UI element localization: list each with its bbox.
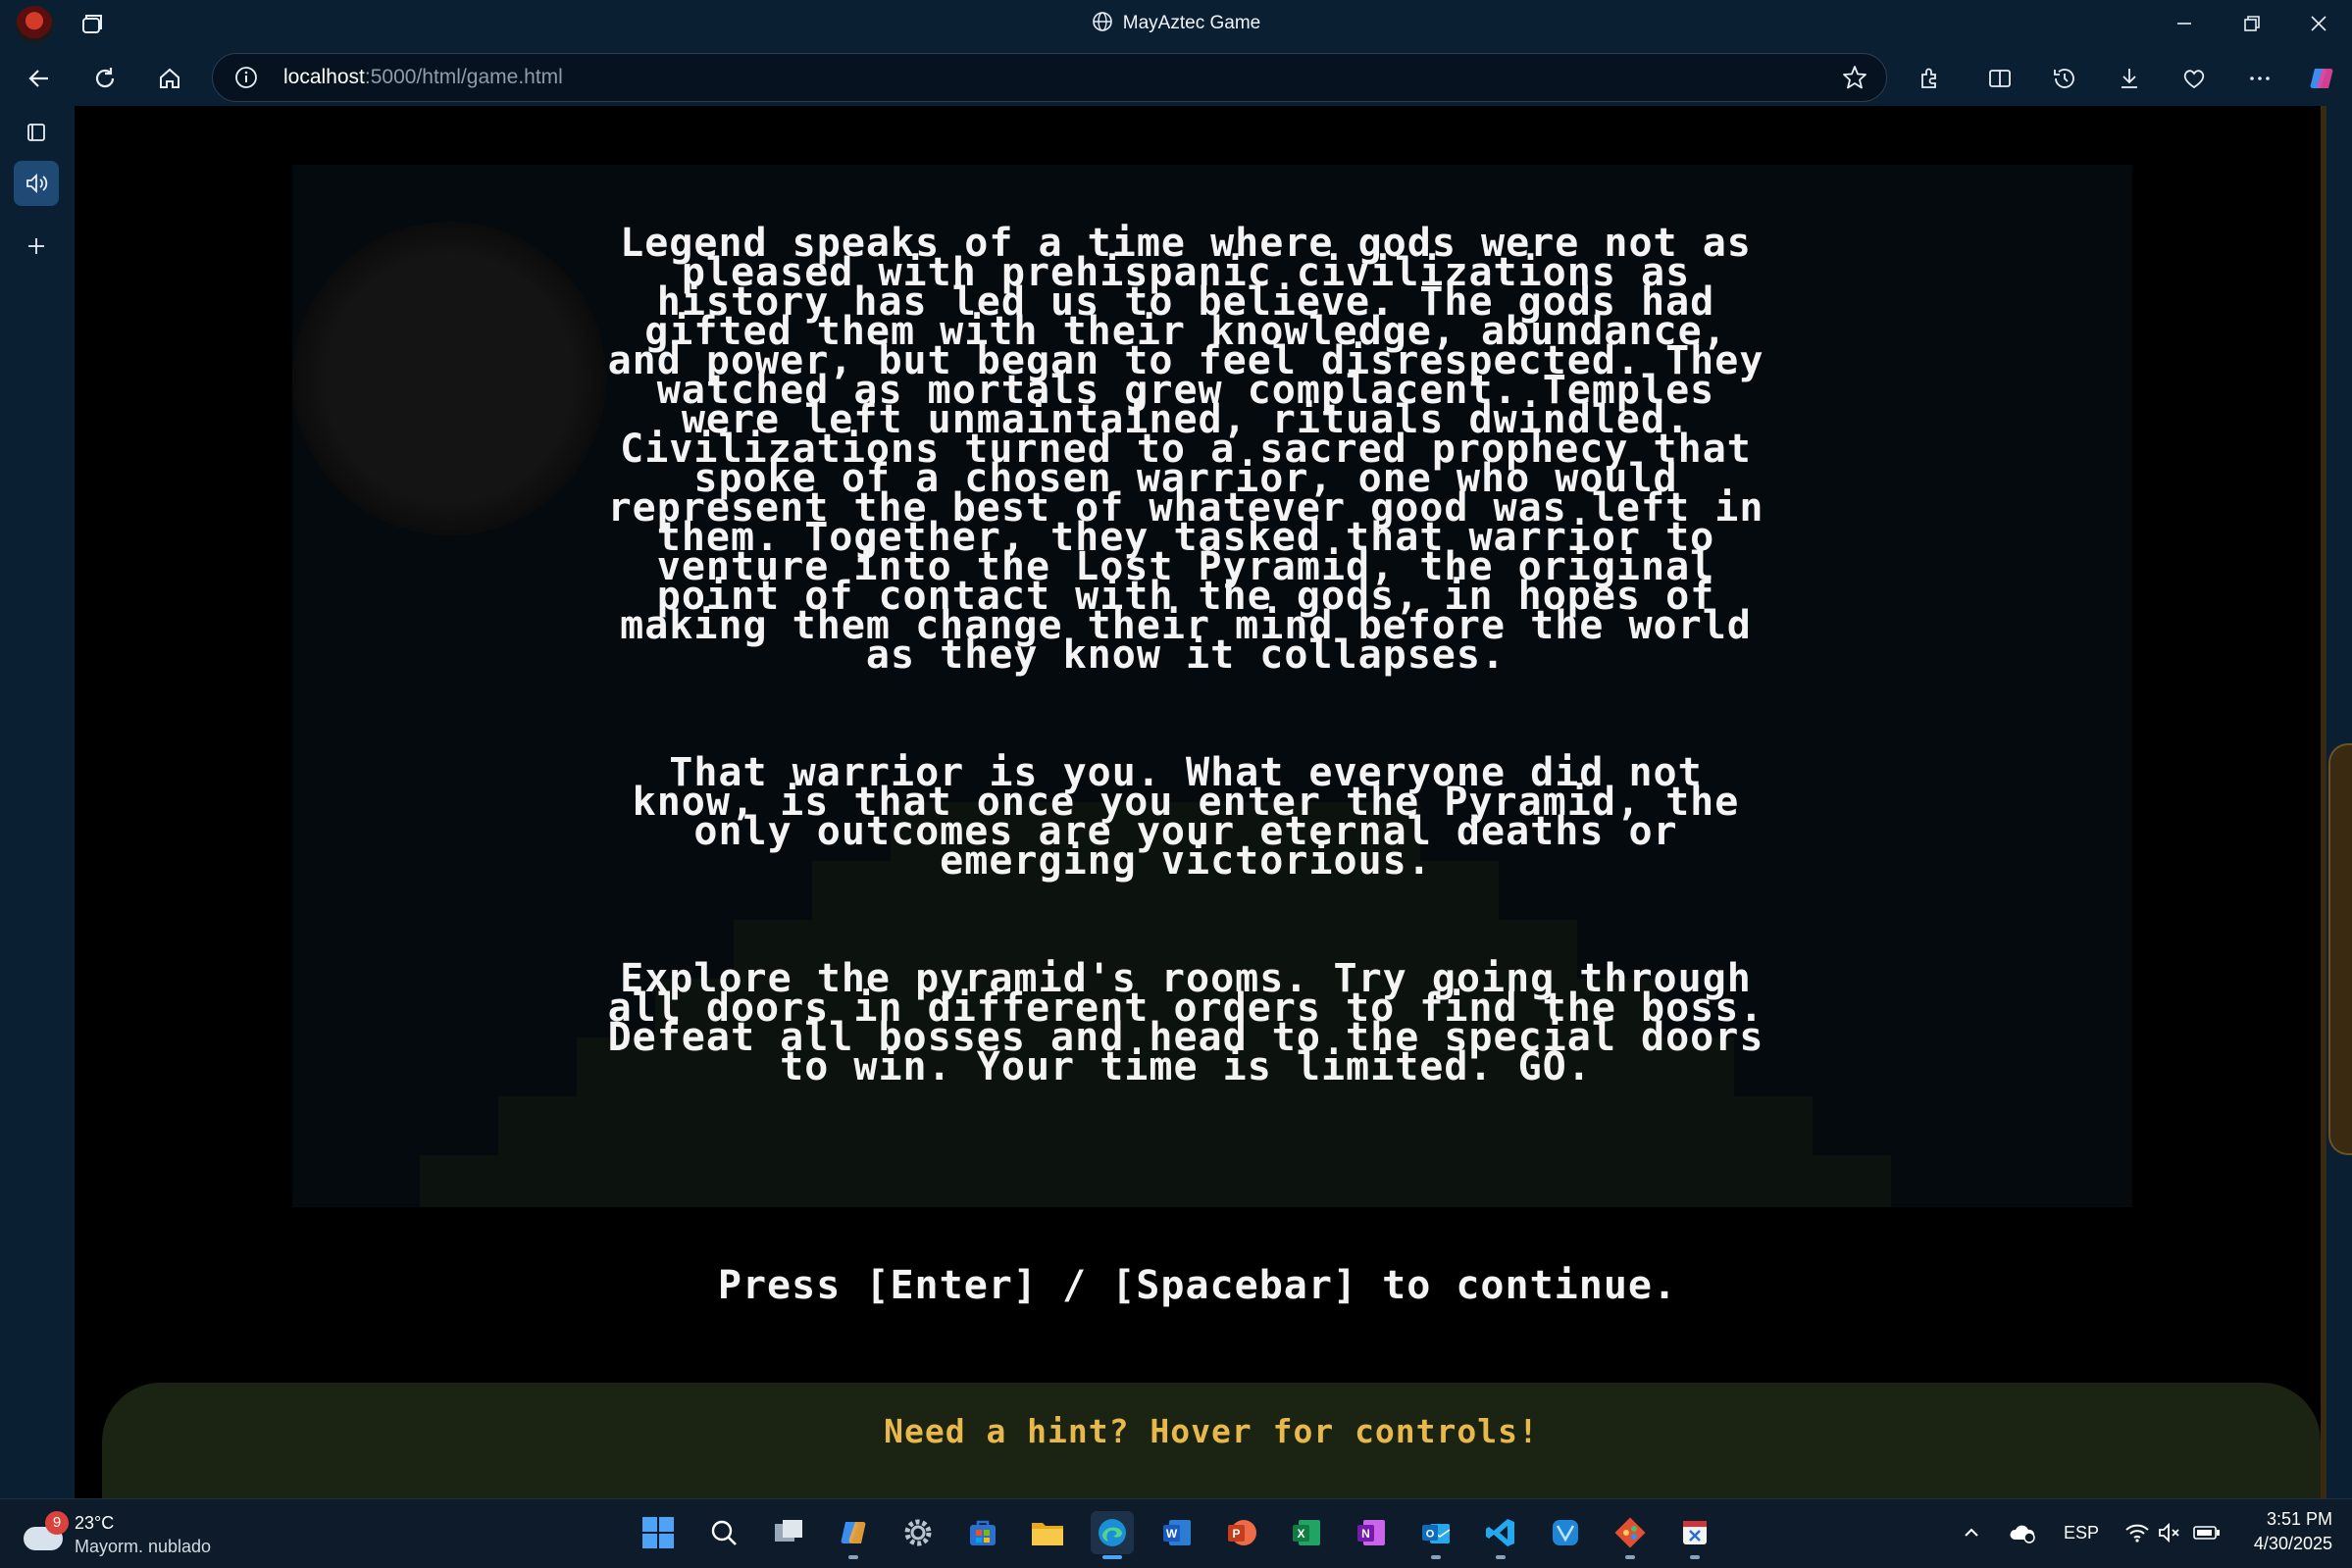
story-paragraph: Legend speaks of a time where gods were … xyxy=(607,221,1764,678)
site-info-icon[interactable] xyxy=(234,66,258,93)
favorite-star-icon[interactable] xyxy=(1841,64,1868,95)
git-client-icon[interactable] xyxy=(1609,1511,1652,1559)
address-bar[interactable]: localhost:5000/html/game.html xyxy=(212,53,1887,102)
extensions-icon[interactable] xyxy=(1908,57,1951,100)
new-tab-icon[interactable] xyxy=(14,224,59,269)
pyramid-step xyxy=(498,1096,1813,1155)
svg-text:P: P xyxy=(1232,1527,1240,1541)
story-paragraph: That warrior is you. What everyone did n… xyxy=(632,750,1740,884)
postman-icon[interactable] xyxy=(1544,1511,1587,1554)
right-edge-panel xyxy=(2321,106,2352,1498)
pyramid-step xyxy=(420,1155,1891,1207)
home-button[interactable] xyxy=(148,57,191,100)
minimize-button[interactable] xyxy=(2151,0,2218,47)
running-indicator xyxy=(1690,1555,1700,1559)
word-icon[interactable]: W xyxy=(1155,1511,1199,1554)
copilot-app-icon[interactable] xyxy=(832,1511,875,1559)
clock-date[interactable]: 4/30/2025 xyxy=(2234,1534,2332,1554)
tab-list-icon[interactable] xyxy=(14,110,59,155)
powerpoint-icon[interactable]: P xyxy=(1220,1511,1263,1554)
title-bar: MayAztec Game xyxy=(0,0,2352,49)
window-title: MayAztec Game xyxy=(0,11,2352,38)
back-button[interactable] xyxy=(18,57,61,100)
hint-text[interactable]: Need a hint? Hover for controls! xyxy=(102,1412,2321,1450)
running-indicator xyxy=(1496,1555,1506,1559)
moon-graphic xyxy=(292,222,606,535)
svg-text:X: X xyxy=(1297,1527,1304,1541)
taskbar: 9 23°C Mayorm. nublado W P X N O ESP 3:5… xyxy=(0,1498,2352,1568)
volume-muted-icon[interactable] xyxy=(2154,1513,2187,1552)
downloads-icon[interactable] xyxy=(2108,57,2151,100)
store-icon[interactable] xyxy=(961,1511,1004,1554)
page-viewport: Legend speaks of a time where gods were … xyxy=(75,106,2321,1498)
start-icon[interactable] xyxy=(637,1511,680,1554)
task-view-icon[interactable] xyxy=(767,1511,810,1554)
clock-time[interactable]: 3:51 PM xyxy=(2244,1509,2332,1530)
restore-button[interactable] xyxy=(2219,0,2285,47)
window-title-text: MayAztec Game xyxy=(1122,13,1261,33)
history-icon[interactable] xyxy=(2043,57,2086,100)
story-paragraph: Explore the pyramid's rooms. Try going t… xyxy=(607,956,1764,1089)
svg-text:O: O xyxy=(1426,1529,1435,1541)
url-path: :5000/html/game.html xyxy=(364,66,563,88)
page-edge xyxy=(2321,106,2326,1498)
battery-icon[interactable] xyxy=(2189,1513,2224,1552)
weather-temperature: 23°C xyxy=(75,1513,115,1533)
snipping-tool-icon[interactable] xyxy=(1673,1511,1716,1559)
story-text: Legend speaks of a time where gods were … xyxy=(597,221,1774,1089)
file-explorer-icon[interactable] xyxy=(1026,1511,1069,1554)
svg-text:N: N xyxy=(1361,1527,1370,1541)
navigation-bar: localhost:5000/html/game.html xyxy=(0,49,2352,106)
copilot-icon[interactable] xyxy=(2300,57,2343,100)
side-panel-handle[interactable] xyxy=(2328,743,2352,1155)
notification-badge: 9 xyxy=(45,1511,69,1535)
audio-playing-icon[interactable] xyxy=(14,161,59,206)
settings-gear-icon[interactable] xyxy=(896,1511,940,1554)
running-indicator xyxy=(848,1555,858,1559)
onenote-icon[interactable]: N xyxy=(1350,1511,1393,1554)
browser-sidebar xyxy=(0,106,75,1498)
chevron-up-icon[interactable] xyxy=(1955,1513,1988,1552)
browser-essentials-icon[interactable] xyxy=(2173,57,2216,100)
outlook-icon[interactable]: O xyxy=(1414,1511,1457,1559)
close-button[interactable] xyxy=(2285,0,2352,47)
url-text[interactable]: localhost:5000/html/game.html xyxy=(283,66,563,89)
svg-text:W: W xyxy=(1166,1527,1178,1541)
edge-browser-icon[interactable] xyxy=(1091,1511,1134,1559)
split-screen-icon[interactable] xyxy=(1978,57,2021,100)
running-indicator xyxy=(1431,1555,1441,1559)
globe-icon xyxy=(1092,11,1113,38)
running-indicator xyxy=(1102,1555,1122,1559)
excel-icon[interactable]: X xyxy=(1285,1511,1328,1554)
weather-widget[interactable]: 9 23°C Mayorm. nublado xyxy=(24,1509,239,1560)
search-icon[interactable] xyxy=(702,1511,745,1554)
language-indicator[interactable]: ESP xyxy=(2064,1523,2099,1543)
wifi-icon[interactable] xyxy=(2121,1513,2154,1552)
onedrive-status-icon[interactable] xyxy=(2003,1513,2042,1552)
refresh-button[interactable] xyxy=(83,57,127,100)
continue-prompt: Press [Enter] / [Spacebar] to continue. xyxy=(717,1263,1678,1308)
vscode-icon[interactable] xyxy=(1479,1511,1522,1559)
url-host: localhost xyxy=(283,66,365,88)
more-options-icon[interactable] xyxy=(2238,57,2281,100)
running-indicator xyxy=(1625,1555,1635,1559)
hint-panel[interactable]: Need a hint? Hover for controls! xyxy=(102,1383,2321,1498)
weather-condition: Mayorm. nublado xyxy=(75,1537,212,1556)
